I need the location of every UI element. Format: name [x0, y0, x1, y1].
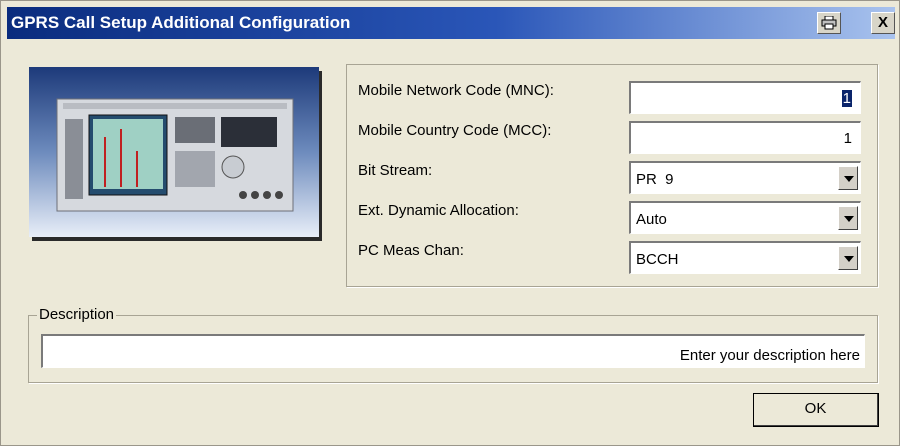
title-bar[interactable]: GPRS Call Setup Additional Configuration…: [7, 7, 895, 39]
description-legend: Description: [37, 306, 117, 323]
chevron-down-icon[interactable]: [838, 206, 858, 230]
print-button[interactable]: [817, 12, 841, 34]
pc-meas-chan-value: BCCH: [636, 251, 679, 268]
chevron-down-icon[interactable]: [838, 246, 858, 270]
close-button[interactable]: X: [871, 12, 895, 34]
instrument-image: [29, 67, 319, 237]
pc-meas-chan-select[interactable]: BCCH: [629, 241, 861, 274]
printer-icon: [821, 15, 837, 30]
bit-stream-value: PR 9: [636, 171, 674, 188]
mcc-label: Mobile Country Code (MCC):: [358, 122, 552, 139]
bit-stream-select[interactable]: PR 9: [629, 161, 861, 194]
mnc-input[interactable]: 1: [629, 81, 861, 114]
ext-dynamic-allocation-select[interactable]: Auto: [629, 201, 861, 234]
ok-button[interactable]: OK: [753, 393, 879, 427]
mcc-value: 1: [843, 130, 852, 147]
ext-dynamic-allocation-label: Ext. Dynamic Allocation:: [358, 202, 519, 219]
pc-meas-chan-label: PC Meas Chan:: [358, 242, 464, 259]
chevron-down-icon[interactable]: [838, 166, 858, 190]
mnc-label: Mobile Network Code (MNC):: [358, 82, 554, 99]
ext-dynamic-allocation-value: Auto: [636, 211, 667, 228]
bit-stream-label: Bit Stream:: [358, 162, 433, 179]
description-input[interactable]: [41, 334, 865, 368]
window-title: GPRS Call Setup Additional Configuration: [11, 13, 351, 32]
mnc-value: 1: [841, 90, 852, 107]
mcc-input[interactable]: 1: [629, 121, 861, 154]
dialog-window: GPRS Call Setup Additional Configuration…: [0, 0, 900, 446]
